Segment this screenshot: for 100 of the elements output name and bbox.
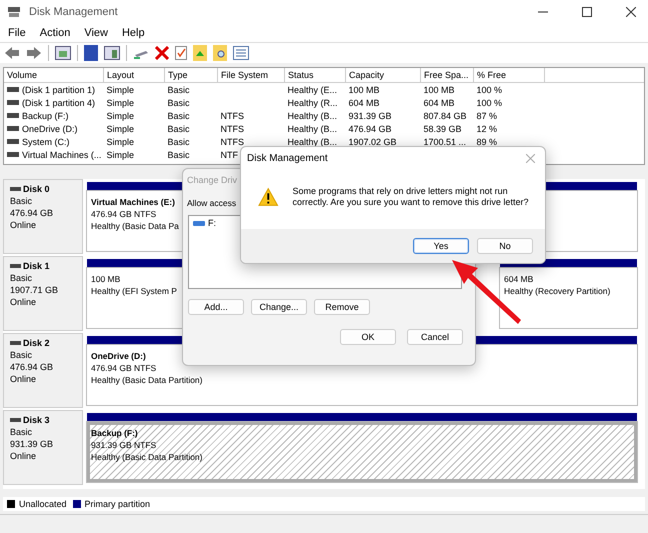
drive-icon [7, 87, 19, 92]
column-header[interactable]: Status [284, 68, 346, 82]
table-cell: Basic [168, 98, 190, 108]
dialog-prompt: Allow access [187, 198, 236, 208]
table-cell: Simple [106, 110, 134, 120]
table-cell: Simple [106, 98, 134, 108]
table-cell: Healthy (R... [288, 98, 338, 108]
partition-detail: 100 MB [91, 273, 120, 285]
partition-detail: Healthy (EFI System P [91, 285, 177, 297]
table-cell: Simple [106, 84, 134, 94]
disk-size: 476.94 GB [10, 207, 54, 219]
menu-item[interactable]: Action [40, 27, 70, 39]
menu-item[interactable]: File [8, 27, 26, 39]
dialog-button[interactable]: Cancel [407, 329, 463, 345]
table-cell: 100 MB [424, 84, 455, 94]
column-header[interactable]: File System [218, 68, 284, 82]
table-cell: Virtual Machines (... [22, 150, 102, 160]
column-header[interactable]: Volume [4, 68, 104, 82]
disk-status: Online [10, 450, 38, 462]
table-cell: 476.94 GB [348, 124, 392, 134]
table-cell: NTFS [220, 110, 244, 120]
table-cell: 100 % [476, 98, 502, 108]
table-cell: Basic [168, 136, 190, 146]
dialog-message: Some programs that rely on drive letters might not run correctly. Are you sure you want to remove this drive letter? [292, 186, 530, 208]
table-cell: 1700.51 ... [424, 136, 466, 146]
partition-detail: 476.94 GB NTFS [91, 208, 156, 220]
table-cell: NTFS [220, 136, 244, 146]
partition-detail: Healthy (Basic Data Partition) [91, 451, 202, 463]
close-icon[interactable] [626, 7, 636, 17]
disk-name: Disk 1 [23, 260, 50, 272]
disk-name: Disk 3 [23, 414, 50, 426]
maximize-icon[interactable] [582, 7, 592, 17]
partition-name: Virtual Machines (E:) [91, 196, 175, 208]
drive-icon [7, 113, 19, 118]
table-cell: 604 MB [348, 98, 380, 108]
table-cell: System (C:) [22, 136, 70, 147]
list-item[interactable]: F: [208, 218, 216, 228]
drive-icon [193, 220, 205, 226]
disk-status: Online [10, 373, 38, 385]
partition-name: Backup (F:) [91, 427, 138, 439]
table-cell: Simple [106, 150, 134, 160]
column-header[interactable]: Free Spa... [420, 68, 474, 82]
table-cell: 931.39 GB [348, 110, 392, 120]
partition-detail: Healthy (Basic Data Pa [91, 220, 179, 232]
checklist-icon[interactable] [175, 46, 187, 60]
table-cell: 12 % [476, 124, 498, 134]
partition-box[interactable]: Backup (F:) 931.39 GB NTFS Healthy (Basic Data Partition) [87, 422, 637, 482]
disk-size: 476.94 GB [10, 361, 54, 373]
disk-size: 1907.71 GB [10, 284, 60, 296]
disk-status: Online [10, 219, 38, 231]
column-header[interactable]: % Free [474, 68, 544, 82]
table-cell: Basic [168, 150, 190, 160]
partition-detail: 931.39 GB NTFS [91, 439, 156, 451]
table-cell: 87 % [476, 110, 498, 120]
dialog-title: Change Driv [186, 174, 238, 185]
panel-icon[interactable] [55, 46, 71, 60]
back-arrow-icon[interactable] [4, 46, 20, 60]
forward-arrow-icon[interactable] [26, 46, 42, 60]
table-cell: NTF [220, 150, 238, 160]
dialog-button[interactable]: Remove [314, 299, 370, 315]
disk-type: Basic [10, 195, 34, 207]
table-cell: 89 % [476, 136, 498, 146]
column-header[interactable]: Type [164, 68, 218, 82]
column-header[interactable]: Layout [104, 68, 164, 82]
drive-icon [7, 139, 19, 144]
delete-icon[interactable] [155, 46, 169, 60]
drive-icon [7, 100, 19, 106]
table-cell: (Disk 1 partition 1) [22, 84, 96, 95]
disk-type: Basic [10, 349, 34, 361]
table-cell: Basic [168, 84, 190, 94]
properties-icon[interactable] [233, 46, 249, 60]
table-cell: Backup (F:) [22, 110, 69, 121]
panel-icon[interactable] [104, 46, 120, 60]
dialog-button[interactable]: OK [340, 329, 396, 345]
column-header[interactable]: Capacity [346, 68, 420, 82]
disk-type: Basic [10, 272, 34, 284]
table-cell: 807.84 GB [424, 110, 467, 120]
table-cell: 604 MB [424, 98, 455, 108]
table-cell: Healthy (B... [288, 136, 338, 146]
table-cell: Basic [168, 124, 190, 134]
disk-name: Disk 2 [23, 337, 50, 349]
dialog-button[interactable]: Yes [413, 238, 469, 254]
disk-status: Online [10, 296, 38, 308]
partition-detail: 604 MB [504, 273, 534, 285]
dialog-button[interactable]: Add... [188, 299, 244, 315]
legend-label: Unallocated [19, 499, 67, 509]
table-cell: Healthy (B... [288, 110, 338, 120]
menu-item[interactable]: Help [122, 27, 145, 39]
folder-search-icon[interactable] [213, 45, 227, 61]
disk-name: Disk 0 [23, 183, 50, 195]
menu-item[interactable]: View [84, 27, 108, 39]
dialog-title: Disk Management [247, 153, 328, 164]
dialog-button[interactable]: Change... [251, 299, 307, 315]
table-cell: Basic [168, 110, 190, 120]
table-cell: Healthy (E... [288, 84, 338, 94]
table-cell: 1907.02 GB [348, 136, 397, 146]
legend-label: Primary partition [84, 499, 150, 509]
dialog-button[interactable]: No [477, 238, 533, 254]
table-cell: Healthy (B... [288, 124, 338, 134]
partition-detail: Healthy (Basic Data Partition) [91, 374, 202, 386]
